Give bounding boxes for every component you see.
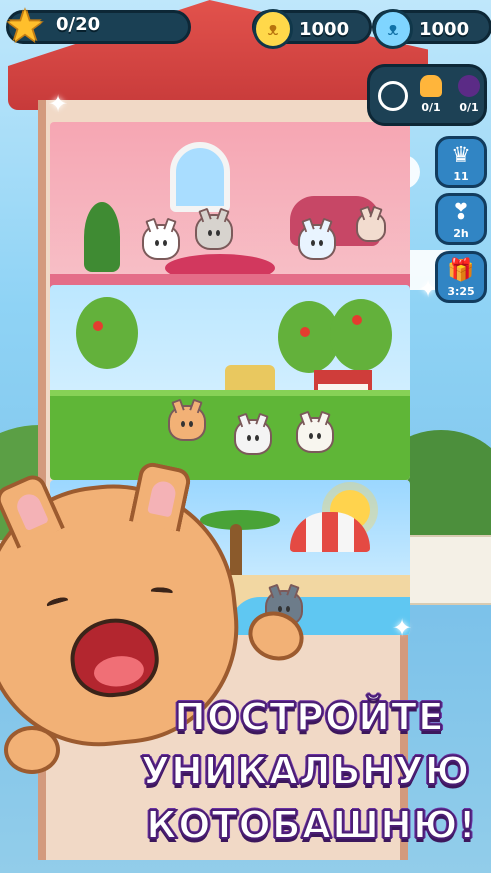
top-hud: ★ 0/20 ᴥ 1000 ᴥ 1000 [5, 1, 491, 52]
apple [93, 321, 103, 331]
gem-counter[interactable]: ᴥ 1000 [372, 9, 491, 49]
potted-plant [84, 202, 120, 272]
bow-label: 2h [453, 227, 469, 240]
sparkle-icon: ✦ [48, 90, 69, 118]
gift-button[interactable]: 🎁 3:25 [435, 251, 487, 303]
cowboy-cat[interactable] [168, 398, 206, 441]
bomb-count: 0/1 [459, 101, 479, 114]
kitten-on-gift[interactable] [356, 205, 386, 242]
blue-cat[interactable] [298, 217, 336, 260]
bomb-icon [458, 75, 480, 97]
coin-value: 1000 [299, 19, 350, 40]
crown-icon: ♛ [451, 143, 471, 168]
promo-caption: ПОСТРОЙТЕ УНИКАЛЬНУЮ КОТОБАШНЮ! [140, 690, 479, 852]
level-star-icon: ★ [5, 1, 45, 52]
floor-farm[interactable] [50, 285, 410, 480]
floor-living-room[interactable] [50, 122, 410, 302]
quest-bell: 0/1 [414, 75, 448, 114]
cat-ear [128, 460, 193, 532]
bell-count: 0/1 [421, 101, 441, 114]
arched-window [170, 142, 230, 212]
sparkle-icon: ✦ [392, 614, 413, 642]
cat-mouth [66, 614, 163, 702]
sheep-cat[interactable] [296, 410, 334, 453]
gem-value: 1000 [419, 19, 470, 40]
quest-bomb: 0/1 [452, 75, 486, 114]
gift-label: 3:25 [447, 285, 475, 298]
grass-ground [50, 390, 410, 480]
cat-eye [45, 595, 70, 610]
xp-text: 0/20 [56, 14, 101, 35]
gold-cat-coin-icon: ᴥ [253, 9, 293, 49]
white-cat[interactable] [142, 217, 180, 260]
bow-icon: ❣ [451, 200, 471, 225]
crown-button[interactable]: ♛ 11 [435, 136, 487, 188]
apple [300, 327, 310, 337]
bell-icon [420, 75, 442, 97]
caption-line-1: ПОСТРОЙТЕ [173, 694, 445, 740]
gift-icon: 🎁 [447, 258, 475, 283]
empty-slot-icon [378, 81, 408, 111]
caption-line-2: УНИКАЛЬНУЮ [140, 748, 471, 794]
tabby-cat[interactable] [195, 207, 233, 250]
cat-paw [4, 726, 60, 774]
crown-label: 11 [453, 170, 469, 183]
cat-eye [150, 586, 174, 597]
apple-tree [76, 297, 138, 369]
caption-line-3: КОТОБАШНЮ! [145, 802, 477, 848]
cow-cat[interactable] [234, 412, 272, 455]
quest-panel[interactable]: 0/1 0/1 [367, 64, 487, 126]
apple-tree [330, 299, 392, 371]
apple [352, 315, 362, 325]
bow-button[interactable]: ❣ 2h [435, 193, 487, 245]
blue-cat-gem-icon: ᴥ [373, 9, 413, 49]
coin-counter[interactable]: ᴥ 1000 [252, 9, 372, 49]
